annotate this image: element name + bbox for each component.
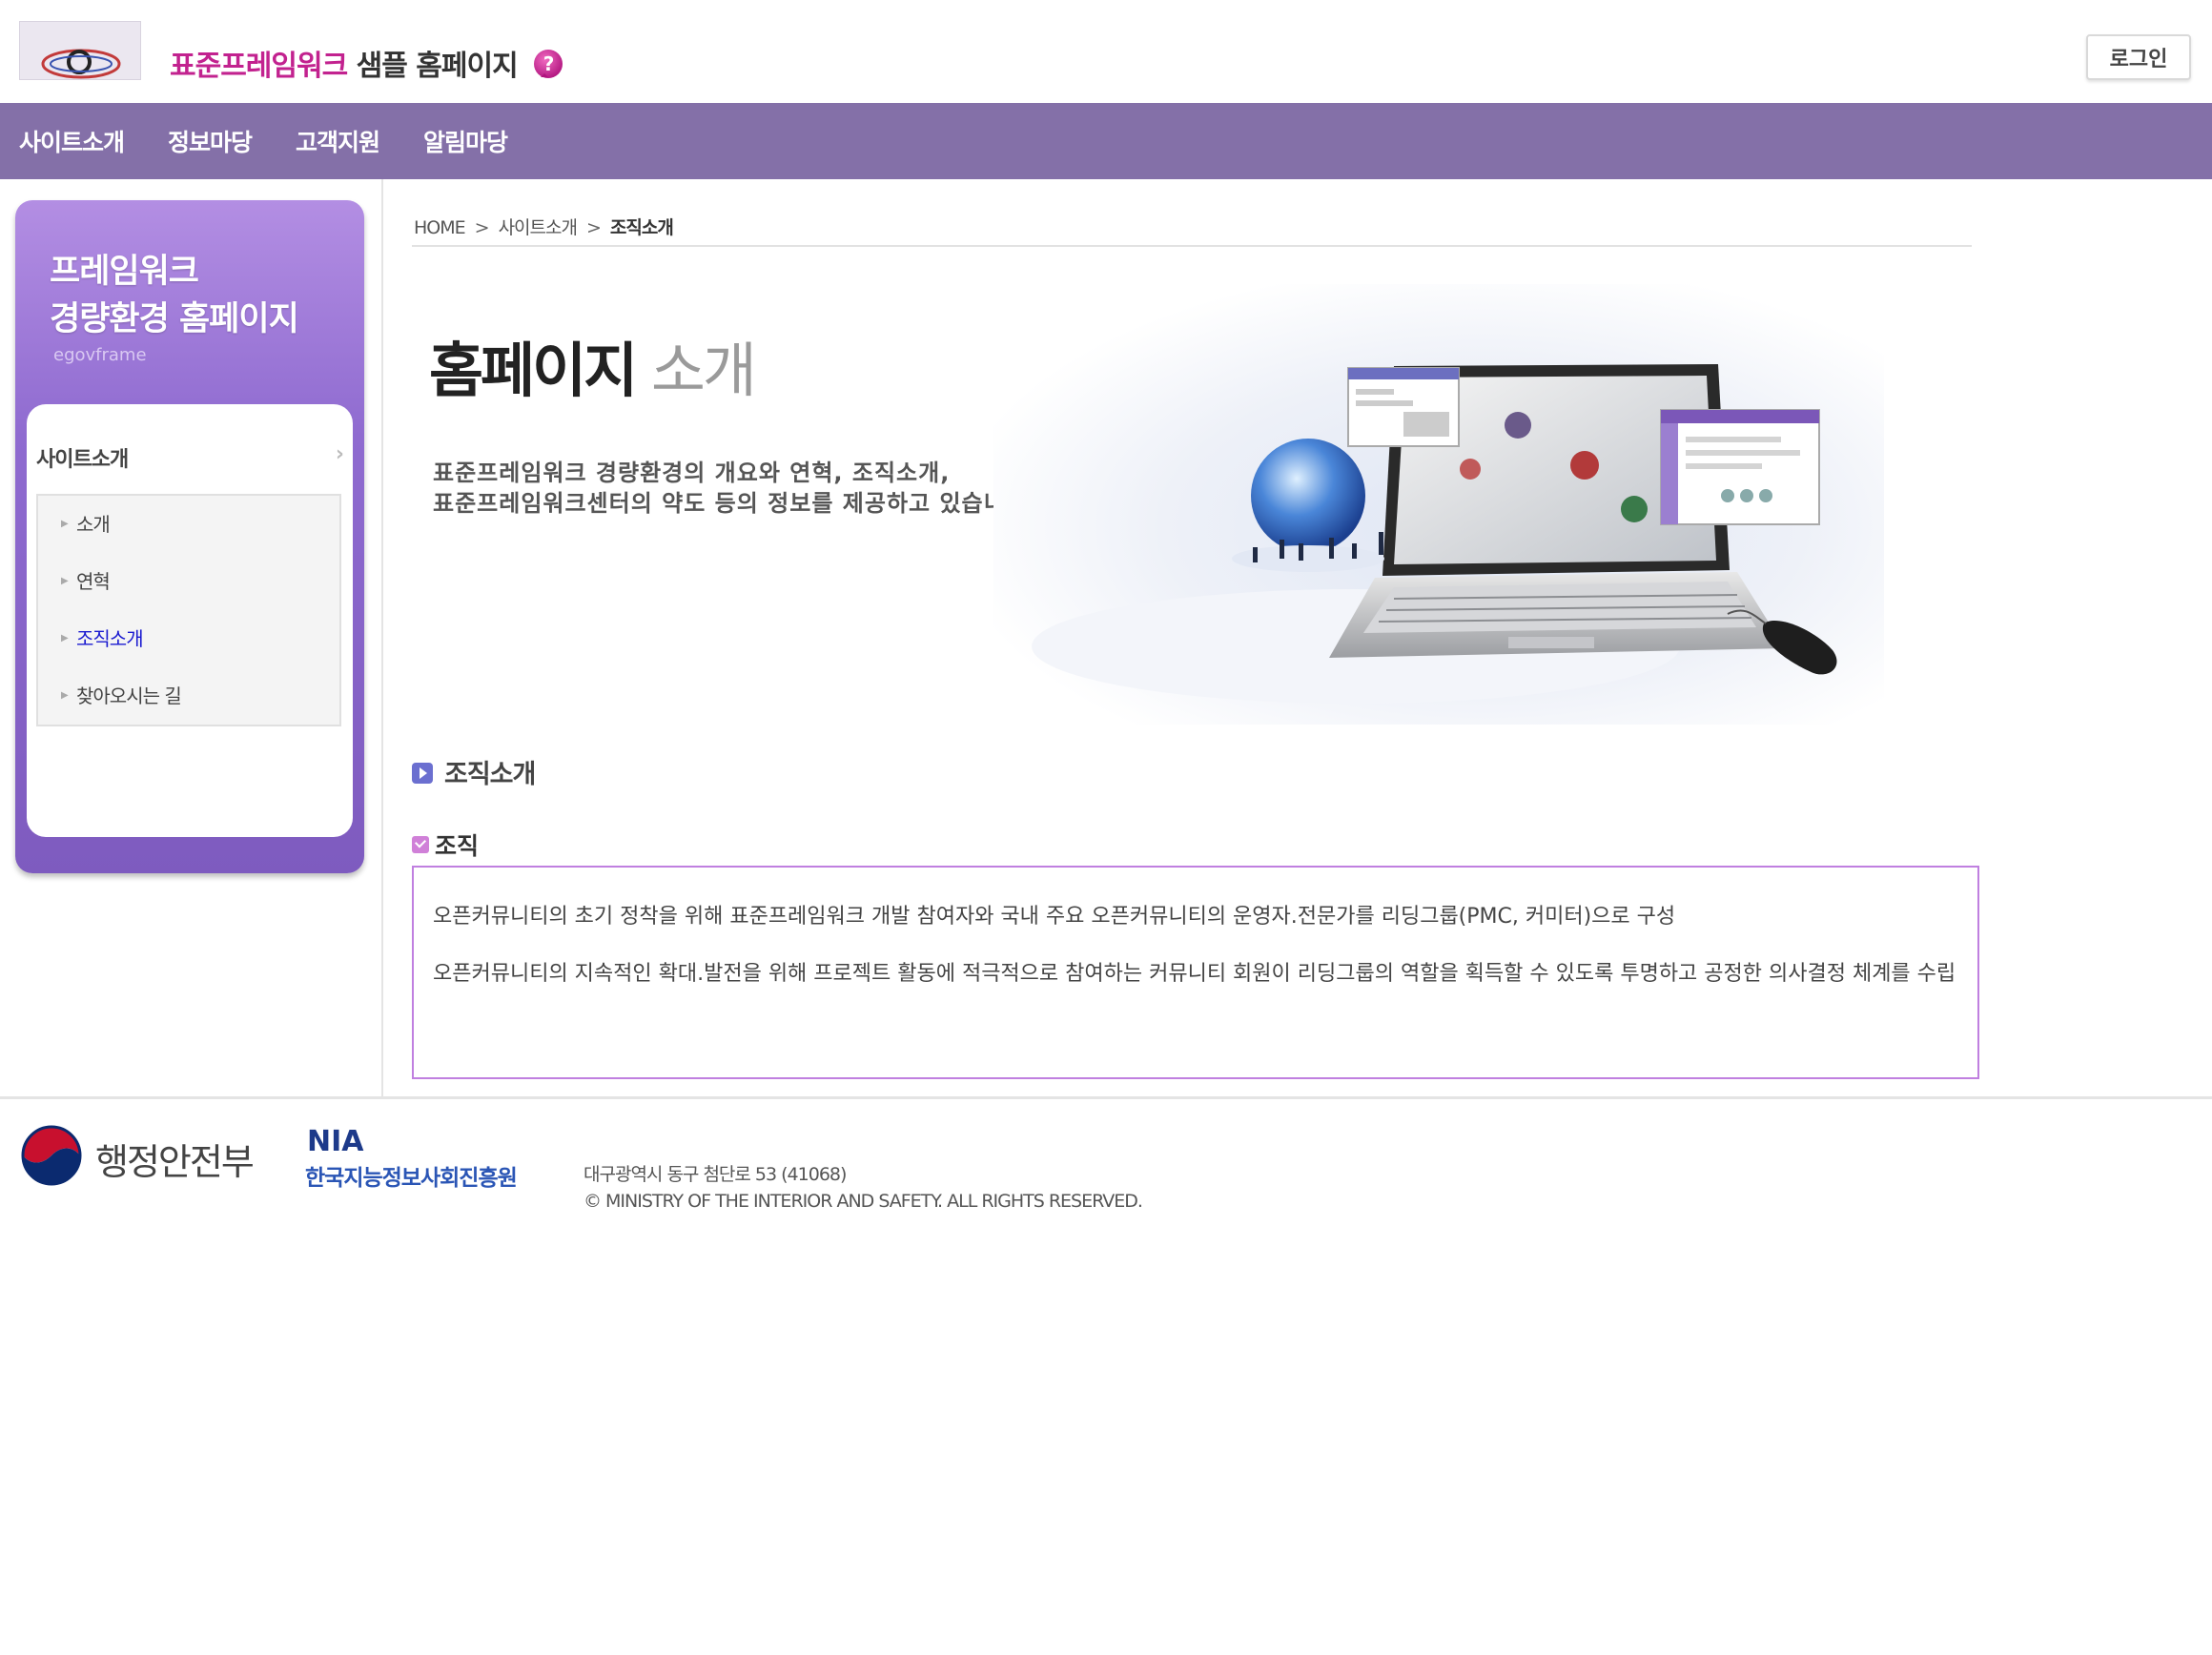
triangle-right-icon: ▶ [61,519,69,529]
footer-divider [0,1096,2212,1099]
sidebar: 프레임워크 경량환경 홈페이지 egovframe 사이트소개 › ▶ 소개 ▶ 연… [15,200,364,873]
sidebar-title-line1: 프레임워크 [50,253,199,291]
breadcrumb-level1[interactable]: 사이트소개 [499,217,578,238]
breadcrumb-underline [412,245,1972,247]
site-title-rest: 샘플 홈페이지 [347,50,519,83]
breadcrumb-home[interactable]: HOME [414,217,466,238]
logo-image [20,22,140,79]
nia-full-name: 한국지능정보사회진흥원 [305,1166,518,1191]
breadcrumb-separator: > [585,217,602,238]
nav-item-info[interactable]: 정보마당 [168,124,253,158]
site-title[interactable]: 표준프레임워크 샘플 홈페이지 ? [170,42,564,84]
sidebar-section-label: 사이트소개 [36,448,129,472]
sidebar-item-label: 연혁 [76,570,111,593]
svg-text:?: ? [543,52,554,75]
sidebar-item-label: 소개 [76,513,111,536]
sidebar-panel: 사이트소개 › ▶ 소개 ▶ 연혁 ▶ 조직소개 ▶ 찾아오시는 길 [27,404,353,837]
page-banner: 홈페이지 소개 표준프레임워크 경량환경의 개요와 연혁, 조직소개, 표준프레… [412,284,1884,725]
government-name: 행정안전부 [95,1141,255,1183]
nav-item-support[interactable]: 고객지원 [296,124,380,158]
sidebar-item-intro[interactable]: ▶ 소개 [38,496,339,553]
sidebar-submenu: ▶ 소개 ▶ 연혁 ▶ 조직소개 ▶ 찾아오시는 길 [36,494,341,726]
breadcrumb-current: 조직소개 [609,217,674,238]
sidebar-item-history[interactable]: ▶ 연혁 [38,553,339,610]
nia-abbreviation: NIA [307,1125,364,1158]
sidebar-section-header[interactable]: 사이트소개 › [36,442,344,473]
banner-title-light: 소개 [635,336,757,405]
banner-desc-line2: 표준프레임워크센터의 약도 등의 정보를 제공하고 있습니다. [433,490,1037,517]
sidebar-title-line2: 경량환경 홈페이지 [50,300,299,338]
triangle-right-icon: ▶ [61,690,69,701]
footer-address-line: 대구광역시 동구 첨단로 53 (41068) [584,1164,847,1185]
sidebar-title: 프레임워크 경량환경 홈페이지 [50,248,299,343]
nav-item-site-intro[interactable]: 사이트소개 [19,124,125,158]
question-mark-icon[interactable]: ? [532,49,564,81]
triangle-right-icon: ▶ [61,633,69,644]
login-button[interactable]: 로그인 [2086,34,2191,80]
sidebar-subtitle: egovframe [53,345,147,365]
banner-title-bold: 홈페이지 [429,336,638,405]
triangle-right-icon: ▶ [61,576,69,586]
footer-copyright: © MINISTRY OF THE INTERIOR AND SAFETY. A… [584,1191,1143,1212]
banner-description: 표준프레임워크 경량환경의 개요와 연혁, 조직소개, 표준프레임워크센터의 약… [433,458,1037,519]
sidebar-item-directions[interactable]: ▶ 찾아오시는 길 [38,667,339,725]
sidebar-item-organization[interactable]: ▶ 조직소개 [38,610,339,667]
sidebar-item-label: 조직소개 [76,627,144,650]
main-nav: 사이트소개 정보마당 고객지원 알림마당 [0,103,2212,179]
banner-title: 홈페이지 소개 [429,322,757,408]
footer-address: 대구광역시 동구 첨단로 53 (41068) © MINISTRY OF TH… [584,1161,1143,1215]
subsection-title-text: 조직 [435,832,480,860]
banner-desc-line1: 표준프레임워크 경량환경의 개요와 연혁, 조직소개, [433,460,951,486]
chevron-right-icon: › [335,442,344,466]
section-title: 조직소개 [412,753,536,790]
breadcrumb-separator: > [474,217,490,238]
breadcrumb: HOME > 사이트소개 > 조직소개 [414,214,674,239]
organization-description-box: 오픈커뮤니티의 초기 정착을 위해 표준프레임워크 개발 참여자와 국내 주요 … [412,866,1979,1079]
site-title-brand: 표준프레임워크 [170,50,348,83]
laptop-illustration [993,284,1884,725]
sidebar-item-label: 찾아오시는 길 [76,684,182,707]
check-square-icon [412,836,429,853]
organization-paragraph: 오픈커뮤니티의 지속적인 확대.발전을 위해 프로젝트 활동에 적극적으로 참여… [433,962,1956,986]
header: 표준프레임워크 샘플 홈페이지 ? 로그인 [0,0,2212,103]
nav-item-notice[interactable]: 알림마당 [423,124,508,158]
subsection-title: 조직 [412,828,479,862]
organization-paragraph: 오픈커뮤니티의 초기 정착을 위해 표준프레임워크 개발 참여자와 국내 주요 … [433,905,1676,929]
play-square-icon [412,762,433,784]
content-divider [381,179,383,1098]
site-logo[interactable] [19,21,141,80]
section-title-text: 조직소개 [444,760,536,789]
government-emblem-icon[interactable] [19,1121,84,1190]
